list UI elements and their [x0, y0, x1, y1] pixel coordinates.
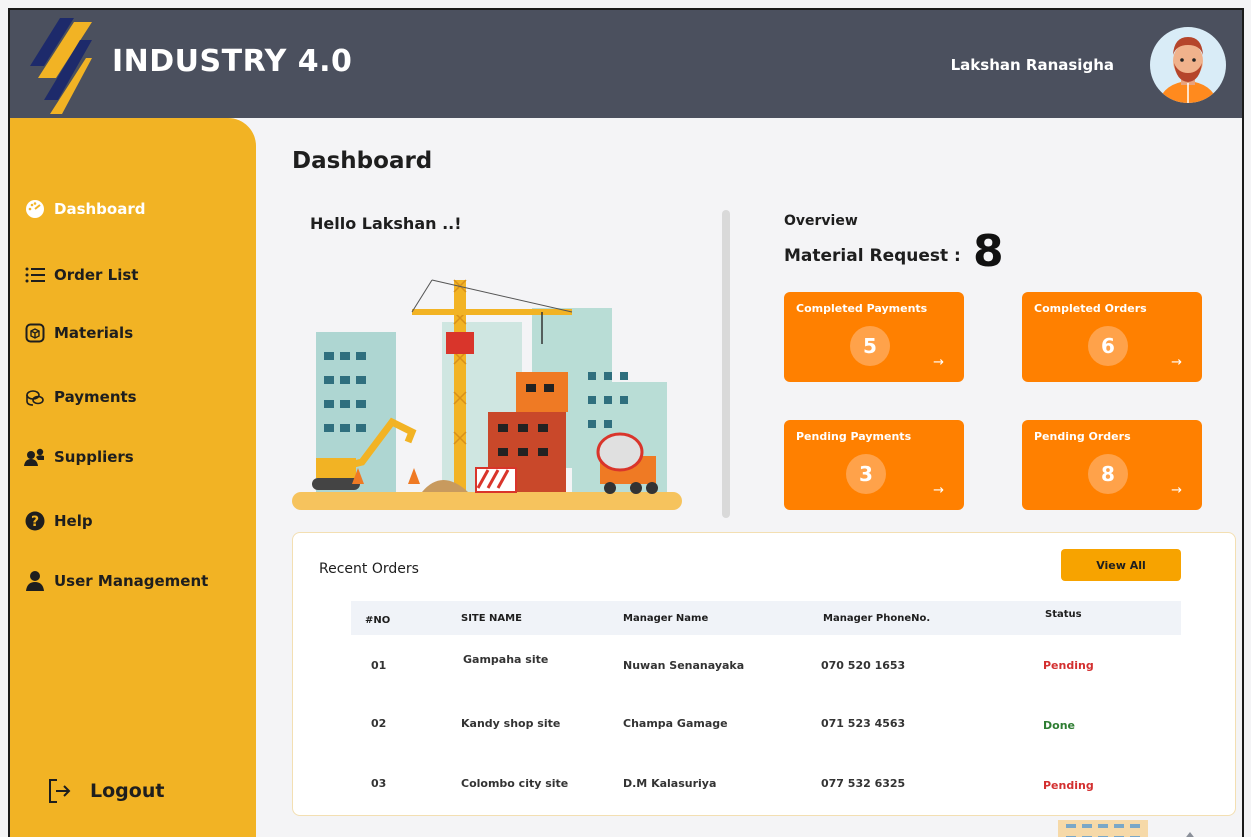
- card-value: 3: [846, 454, 886, 494]
- site-name: Kandy shop site: [461, 717, 561, 730]
- recent-orders-title: Recent Orders: [319, 561, 419, 577]
- manager-phone: 071 523 4563: [821, 717, 906, 730]
- manager-phone: 077 532 6325: [821, 777, 906, 790]
- overview-label: Overview: [784, 213, 858, 229]
- sidebar-item-order-list[interactable]: Order List: [24, 264, 138, 286]
- list-icon: [24, 264, 46, 286]
- coins-icon: [24, 386, 46, 408]
- manager-name: Nuwan Senanayaka: [623, 659, 745, 672]
- card-label: Completed Payments: [796, 302, 928, 315]
- row-number: 01: [371, 659, 387, 672]
- sidebar-item-label: Payments: [54, 388, 137, 406]
- column-header: Status: [1045, 609, 1082, 620]
- building-decoration: [1058, 820, 1194, 837]
- sidebar-item-dashboard[interactable]: Dashboard: [24, 198, 145, 220]
- status-badge: Done: [1043, 719, 1075, 732]
- page-title: Dashboard: [292, 148, 433, 174]
- gauge-icon: [24, 198, 46, 220]
- logo-icon: [30, 18, 92, 114]
- sidebar-item-help[interactable]: ? Help: [24, 510, 93, 532]
- column-header: #NO: [365, 615, 391, 626]
- vertical-divider: [722, 210, 730, 518]
- card-completed-payments[interactable]: Completed Payments 5 →: [784, 292, 964, 382]
- material-request-label: Material Request :: [784, 246, 961, 266]
- svg-text:?: ?: [31, 514, 39, 530]
- sidebar-item-label: Help: [54, 512, 93, 530]
- sidebar-item-label: Dashboard: [54, 200, 146, 218]
- row-number: 03: [371, 777, 387, 790]
- box-icon: [24, 322, 46, 344]
- card-completed-orders[interactable]: Completed Orders 6 →: [1022, 292, 1202, 382]
- status-badge: Pending: [1043, 779, 1094, 792]
- app-title: INDUSTRY 4.0: [112, 44, 353, 79]
- sidebar: Dashboard Order List Materials Payments …: [10, 118, 256, 837]
- column-header: Manager PhoneNo.: [823, 613, 931, 624]
- sidebar-item-label: Suppliers: [54, 448, 134, 466]
- card-pending-orders[interactable]: Pending Orders 8 →: [1022, 420, 1202, 510]
- card-label: Pending Orders: [1034, 430, 1131, 443]
- card-pending-payments[interactable]: Pending Payments 3 →: [784, 420, 964, 510]
- help-icon: ?: [24, 510, 46, 532]
- card-value: 5: [850, 326, 890, 366]
- row-number: 02: [371, 717, 387, 730]
- card-label: Completed Orders: [1034, 302, 1147, 315]
- sidebar-item-suppliers[interactable]: Suppliers: [24, 446, 134, 468]
- logout-icon: [48, 778, 72, 804]
- status-badge: Pending: [1043, 659, 1094, 672]
- top-header: INDUSTRY 4.0 Lakshan Ranasigha: [10, 10, 1242, 118]
- manager-phone: 070 520 1653: [821, 659, 906, 672]
- card-label: Pending Payments: [796, 430, 912, 443]
- construction-illustration: [292, 279, 682, 510]
- app-window: INDUSTRY 4.0 Lakshan Ranasigha Dashboard: [8, 8, 1244, 837]
- avatar[interactable]: [1150, 27, 1226, 103]
- user-name[interactable]: Lakshan Ranasigha: [951, 56, 1114, 74]
- manager-name: D.M Kalasuriya: [623, 777, 717, 790]
- greeting: Hello Lakshan ..!: [310, 214, 462, 233]
- arrow-right-icon: →: [1171, 483, 1182, 498]
- site-name: Colombo city site: [461, 777, 569, 790]
- logout-button[interactable]: Logout: [48, 778, 164, 804]
- sidebar-item-payments[interactable]: Payments: [24, 386, 137, 408]
- people-icon: [24, 446, 46, 468]
- table-row[interactable]: 03 Colombo city site D.M Kalasuriya 077 …: [351, 773, 1181, 797]
- sidebar-item-label: Order List: [54, 266, 139, 284]
- card-value: 6: [1088, 326, 1128, 366]
- material-request-value: 8: [973, 226, 1004, 277]
- user-icon: [24, 570, 46, 592]
- table-row[interactable]: 01 Gampaha site Nuwan Senanayaka 070 520…: [351, 653, 1181, 677]
- recent-orders-panel: Recent Orders View All #NO SITE NAME Man…: [292, 532, 1236, 816]
- avatar-illustration-icon: [1158, 37, 1218, 103]
- table-header: #NO SITE NAME Manager Name Manager Phone…: [351, 601, 1181, 635]
- card-value: 8: [1088, 454, 1128, 494]
- manager-name: Champa Gamage: [623, 717, 728, 730]
- logout-label: Logout: [90, 780, 165, 802]
- site-name: Gampaha site: [463, 653, 549, 666]
- table-row[interactable]: 02 Kandy shop site Champa Gamage 071 523…: [351, 713, 1181, 737]
- view-all-button[interactable]: View All: [1061, 549, 1181, 581]
- sidebar-item-materials[interactable]: Materials: [24, 322, 133, 344]
- sidebar-item-label: Materials: [54, 324, 134, 342]
- arrow-right-icon: →: [933, 483, 944, 498]
- column-header: Manager Name: [623, 613, 709, 624]
- sidebar-item-user-management[interactable]: User Management: [24, 570, 208, 592]
- column-header: SITE NAME: [461, 613, 522, 624]
- arrow-right-icon: →: [1171, 355, 1182, 370]
- arrow-right-icon: →: [933, 355, 944, 370]
- sidebar-item-label: User Management: [54, 572, 209, 590]
